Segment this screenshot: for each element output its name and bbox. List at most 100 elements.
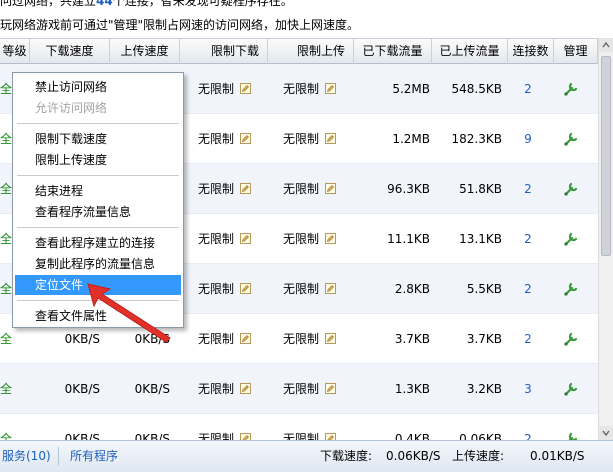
- connections-cell[interactable]: 2: [522, 414, 534, 440]
- download-limit-value: 无限制: [198, 132, 235, 146]
- download-limit-value: 无限制: [198, 282, 235, 296]
- pencil-icon[interactable]: [240, 233, 252, 244]
- download-limit-value: 无限制: [198, 82, 235, 96]
- downloaded-cell: 1.2MB: [392, 132, 430, 146]
- table-row[interactable]: 全 0KB/S 0KB/S 无限制 无限制 1.3KB 3.2KB 3: [0, 364, 598, 414]
- pencil-icon[interactable]: [325, 233, 337, 244]
- upload-speed-cell: 0KB/S: [134, 432, 170, 440]
- wrench-icon[interactable]: [562, 330, 580, 348]
- menu-item[interactable]: 查看此程序建立的连接: [15, 233, 181, 253]
- pencil-icon[interactable]: [325, 283, 337, 294]
- download-limit-cell: 无限制: [198, 314, 268, 364]
- download-speed-cell: 0KB/S: [64, 382, 100, 396]
- uploaded-cell: 548.5KB: [451, 82, 502, 96]
- column-header-download-speed[interactable]: 下载速度: [30, 39, 110, 64]
- uploaded-cell: 13.1KB: [459, 232, 502, 246]
- services-tab[interactable]: 服务(10): [2, 441, 51, 472]
- column-header-upload-speed[interactable]: 上传速度: [110, 39, 180, 64]
- chevron-up-icon: [602, 41, 610, 48]
- pencil-icon[interactable]: [325, 333, 337, 344]
- uploaded-cell: 3.2KB: [466, 382, 502, 396]
- menu-item[interactable]: 查看程序流量信息: [15, 202, 181, 222]
- downloaded-cell: 3.7KB: [394, 332, 430, 346]
- pencil-icon[interactable]: [240, 333, 252, 344]
- upload-limit-value: 无限制: [283, 332, 320, 346]
- pencil-icon[interactable]: [240, 133, 252, 144]
- scrollbar-thumb[interactable]: [601, 56, 611, 256]
- menu-item[interactable]: 限制下载速度: [15, 129, 181, 149]
- upload-limit-cell: 无限制: [283, 114, 353, 164]
- connections-cell[interactable]: 2: [522, 214, 534, 264]
- wrench-icon[interactable]: [562, 130, 580, 148]
- column-header-download-limit[interactable]: 限制下载: [180, 39, 268, 64]
- pencil-icon[interactable]: [240, 283, 252, 294]
- download-limit-value: 无限制: [198, 182, 235, 196]
- pencil-icon[interactable]: [240, 83, 252, 94]
- downloaded-cell: 1.3KB: [394, 382, 430, 396]
- pencil-icon[interactable]: [325, 133, 337, 144]
- wrench-icon[interactable]: [562, 430, 580, 440]
- downloaded-cell: 11.1KB: [387, 232, 430, 246]
- upload-limit-cell: 无限制: [283, 164, 353, 214]
- connections-cell[interactable]: 2: [522, 314, 534, 364]
- menu-item[interactable]: 复制此程序的流量信息: [15, 254, 181, 274]
- connections-cell[interactable]: 3: [522, 364, 534, 414]
- vertical-scrollbar[interactable]: [598, 38, 613, 440]
- downloaded-cell: 2.8KB: [394, 282, 430, 296]
- download-speed-value: 0.06KB/S: [386, 449, 441, 463]
- download-limit-cell: 无限制: [198, 214, 268, 264]
- chevron-down-icon: [602, 430, 610, 437]
- column-header-downloaded[interactable]: 已下载流量: [354, 39, 432, 64]
- pencil-icon[interactable]: [240, 183, 252, 194]
- column-header-upload-limit[interactable]: 限制上传: [268, 39, 354, 64]
- menu-separator: [17, 227, 179, 228]
- wrench-icon[interactable]: [562, 230, 580, 248]
- connections-cell[interactable]: 2: [522, 264, 534, 314]
- level-cell: 全: [0, 382, 13, 396]
- upload-limit-cell: 无限制: [283, 264, 353, 314]
- downloaded-cell: 0.4KB: [394, 432, 430, 440]
- column-header-level[interactable]: 等级: [0, 39, 30, 64]
- all-programs-tab[interactable]: 所有程序: [70, 441, 118, 472]
- table-header: 等级 下载速度 上传速度 限制下载 限制上传 已下载流量 已上传流量 连接数 管…: [0, 38, 613, 64]
- pencil-icon[interactable]: [325, 433, 337, 440]
- download-limit-value: 无限制: [198, 432, 235, 440]
- wrench-icon[interactable]: [562, 180, 580, 198]
- scroll-down-button[interactable]: [599, 426, 613, 440]
- menu-separator: [17, 175, 179, 176]
- scroll-up-button[interactable]: [599, 38, 613, 52]
- pencil-icon[interactable]: [325, 83, 337, 94]
- upload-speed-label: 上传速度:: [452, 449, 505, 463]
- upload-limit-value: 无限制: [283, 132, 320, 146]
- menu-item[interactable]: 禁止访问网络: [15, 77, 181, 97]
- table-row[interactable]: 全 0KB/S 0KB/S 无限制 无限制 0.4KB 0.06KB 2: [0, 414, 598, 440]
- uploaded-cell: 0.06KB: [459, 432, 502, 440]
- wrench-icon[interactable]: [562, 280, 580, 298]
- notice-text: 问过网络，共建立: [0, 0, 97, 8]
- pencil-icon[interactable]: [240, 383, 252, 394]
- upload-limit-value: 无限制: [283, 232, 320, 246]
- download-limit-value: 无限制: [198, 232, 235, 246]
- notice-panel: 问过网络，共建立44个连接，智未发现可疑程序存在。 玩网络游戏前可通过"管理"限…: [0, 0, 613, 36]
- menu-item[interactable]: 结束进程: [15, 181, 181, 201]
- wrench-icon[interactable]: [562, 80, 580, 98]
- connections-cell[interactable]: 2: [522, 64, 534, 114]
- download-limit-value: 无限制: [198, 332, 235, 346]
- wrench-icon[interactable]: [562, 380, 580, 398]
- pencil-icon[interactable]: [325, 183, 337, 194]
- upload-limit-cell: 无限制: [283, 214, 353, 264]
- column-header-connections[interactable]: 连接数: [508, 39, 554, 64]
- upload-limit-cell: 无限制: [283, 414, 353, 440]
- connections-cell[interactable]: 9: [522, 114, 534, 164]
- upload-speed-value: 0.01KB/S: [530, 449, 585, 463]
- column-header-uploaded[interactable]: 已上传流量: [432, 39, 508, 64]
- column-header-manage[interactable]: 管理: [554, 39, 598, 64]
- pencil-icon[interactable]: [325, 383, 337, 394]
- upload-limit-value: 无限制: [283, 182, 320, 196]
- download-limit-cell: 无限制: [198, 364, 268, 414]
- pencil-icon[interactable]: [240, 433, 252, 440]
- menu-item[interactable]: 限制上传速度: [15, 150, 181, 170]
- downloaded-cell: 5.2MB: [392, 82, 430, 96]
- connections-cell[interactable]: 2: [522, 164, 534, 214]
- download-limit-cell: 无限制: [198, 264, 268, 314]
